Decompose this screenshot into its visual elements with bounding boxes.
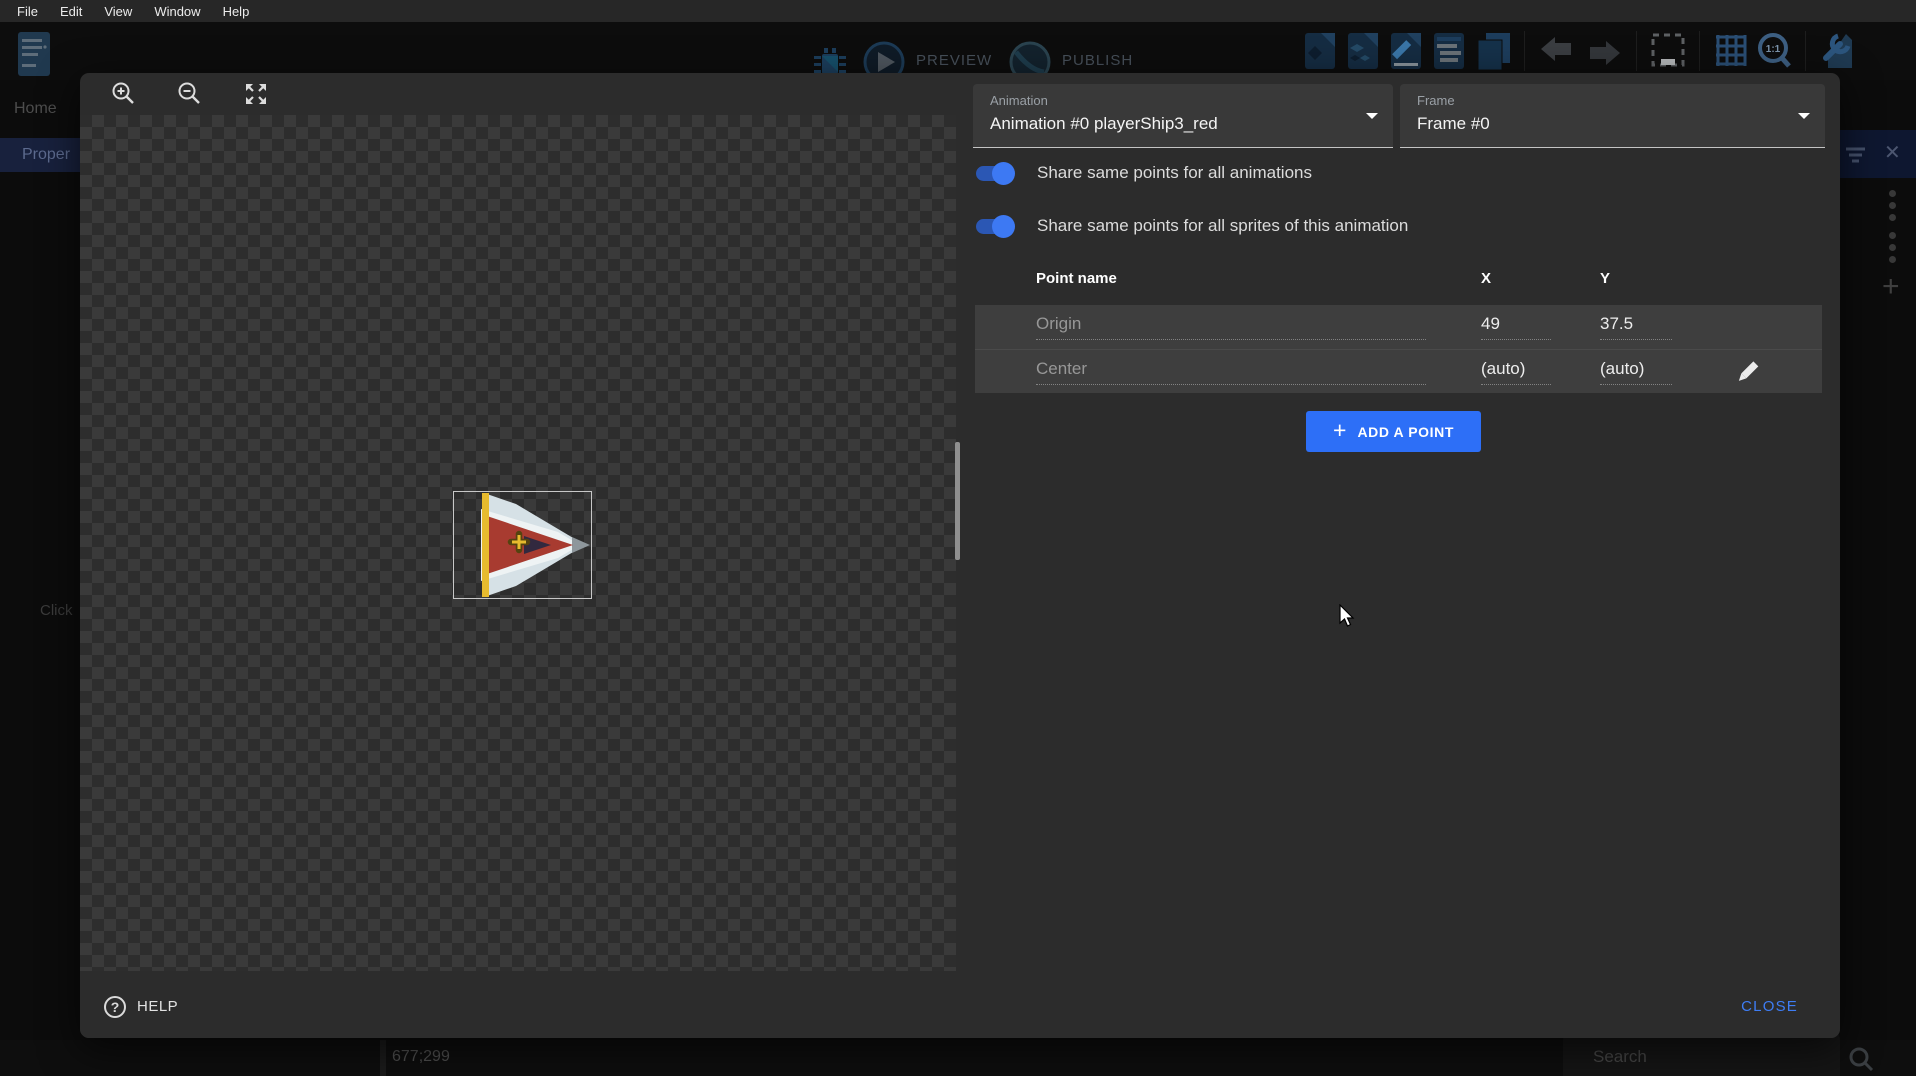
toolbar-divider <box>1524 31 1525 71</box>
point-x-field[interactable]: (auto) <box>1481 359 1551 385</box>
frame-select-value: Frame #0 <box>1417 114 1490 134</box>
dialog-footer: ? HELP CLOSE <box>80 975 1840 1038</box>
plus-icon: + <box>1333 417 1346 444</box>
mouse-cursor <box>1338 604 1360 630</box>
fit-view-icon[interactable] <box>242 80 270 108</box>
menu-window[interactable]: Window <box>143 4 211 19</box>
toggle-switch[interactable] <box>976 166 1012 181</box>
question-circle-icon: ? <box>104 996 126 1018</box>
toggle-share-all-animations[interactable]: Share same points for all animations <box>976 163 1312 183</box>
column-header-x: X <box>1481 270 1491 294</box>
zoom-original-icon[interactable]: 1:1 <box>1755 30 1793 72</box>
menu-edit[interactable]: Edit <box>49 4 93 19</box>
frame-select[interactable]: Frame Frame #0 <box>1400 84 1825 148</box>
tab-properties[interactable]: Proper <box>0 138 80 172</box>
menu-view[interactable]: View <box>93 4 143 19</box>
zoom-out-icon[interactable] <box>176 80 204 108</box>
edit-points-dialog: Animation Animation #0 playerShip3_red F… <box>80 73 1840 1038</box>
add-a-point-button[interactable]: + ADD A POINT <box>1306 411 1481 452</box>
help-button[interactable]: ? HELP <box>104 996 178 1018</box>
svg-text:1:1: 1:1 <box>1766 44 1781 55</box>
menu-file[interactable]: File <box>6 4 49 19</box>
chevron-down-icon <box>1365 112 1379 120</box>
column-header-y: Y <box>1600 270 1610 294</box>
cursor-coordinates: 677;299 <box>392 1048 450 1066</box>
zoom-in-icon[interactable] <box>110 80 138 108</box>
edit-pencil-icon[interactable] <box>1733 358 1761 386</box>
chevron-down-icon <box>1797 112 1811 120</box>
tab-properties-label: Proper <box>22 146 70 164</box>
column-header-point-name: Point name <box>1036 270 1117 294</box>
point-y-field[interactable]: 37.5 <box>1600 314 1672 340</box>
toggle-switch[interactable] <box>976 219 1012 234</box>
edit-scene-icon[interactable] <box>1388 30 1424 72</box>
panel-header-strip: ✕ <box>1840 130 1916 178</box>
animation-select[interactable]: Animation Animation #0 playerShip3_red <box>973 84 1393 148</box>
events-sheet-icon[interactable] <box>1431 30 1467 72</box>
player-ship-sprite[interactable] <box>454 492 591 598</box>
external-layouts-icon[interactable] <box>1474 30 1512 72</box>
tab-home[interactable]: Home <box>14 100 57 118</box>
kebab-menu-icon[interactable] <box>1889 232 1896 263</box>
help-label: HELP <box>137 998 178 1015</box>
close-panel-icon[interactable]: ✕ <box>1884 140 1901 165</box>
animation-select-value: Animation #0 playerShip3_red <box>990 114 1218 134</box>
properties-hint-text: Click <box>40 602 73 619</box>
table-row-center[interactable]: Center (auto) (auto) <box>975 349 1822 393</box>
toggle-label: Share same points for all sprites of thi… <box>1037 216 1408 236</box>
toggle-share-all-sprites[interactable]: Share same points for all sprites of thi… <box>976 216 1408 236</box>
filter-icon[interactable] <box>1845 146 1867 164</box>
search-icon[interactable] <box>1848 1046 1874 1072</box>
sprite-canvas[interactable] <box>80 115 956 971</box>
animation-select-label: Animation <box>990 93 1048 108</box>
toolbar-divider <box>1805 31 1806 71</box>
point-y-field[interactable]: (auto) <box>1600 359 1672 385</box>
canvas-toolbar <box>80 73 960 115</box>
toggle-label: Share same points for all animations <box>1037 163 1312 183</box>
table-row-origin[interactable]: Origin 49 37.5 <box>975 305 1822 349</box>
points-table: Origin 49 37.5 Center (auto) (auto) <box>975 305 1822 393</box>
kebab-menu-icon[interactable] <box>1889 190 1896 221</box>
frame-select-label: Frame <box>1417 93 1455 108</box>
status-divider <box>380 1040 386 1076</box>
preview-label[interactable]: PREVIEW <box>916 52 992 69</box>
editor-toolbar-icons: 1:1 <box>1302 28 1854 74</box>
point-x-field[interactable]: 49 <box>1481 314 1551 340</box>
points-panel: Animation Animation #0 playerShip3_red F… <box>960 73 1840 975</box>
add-panel-icon[interactable]: + <box>1882 270 1900 304</box>
menu-bar: File Edit View Window Help <box>0 0 1916 22</box>
grid-icon[interactable] <box>1712 31 1748 71</box>
sprite-selection-frame[interactable] <box>453 491 592 599</box>
toolbar-divider <box>1636 31 1637 71</box>
point-name-field[interactable]: Center <box>1036 359 1426 385</box>
menu-help[interactable]: Help <box>212 4 261 19</box>
app-window: File Edit View Window Help <box>0 0 1916 1076</box>
scene-properties-icon[interactable] <box>1302 30 1338 72</box>
project-manager-icon[interactable] <box>16 30 52 78</box>
add-a-point-label: ADD A POINT <box>1357 424 1454 440</box>
objects-list-icon[interactable] <box>1345 30 1381 72</box>
close-button[interactable]: CLOSE <box>1731 990 1808 1023</box>
main-toolbar: PREVIEW PUBLISH <box>0 22 1916 80</box>
redo-icon[interactable] <box>1584 33 1624 69</box>
toolbar-divider <box>1699 31 1700 71</box>
status-bar: 677;299 Search <box>0 1040 1916 1076</box>
publish-label[interactable]: PUBLISH <box>1062 52 1133 69</box>
project-settings-wrench-icon[interactable] <box>1818 30 1854 72</box>
point-name-field[interactable]: Origin <box>1036 314 1426 340</box>
search-input[interactable]: Search <box>1593 1047 1647 1067</box>
mask-icon[interactable] <box>1649 31 1687 71</box>
undo-icon[interactable] <box>1537 33 1577 69</box>
